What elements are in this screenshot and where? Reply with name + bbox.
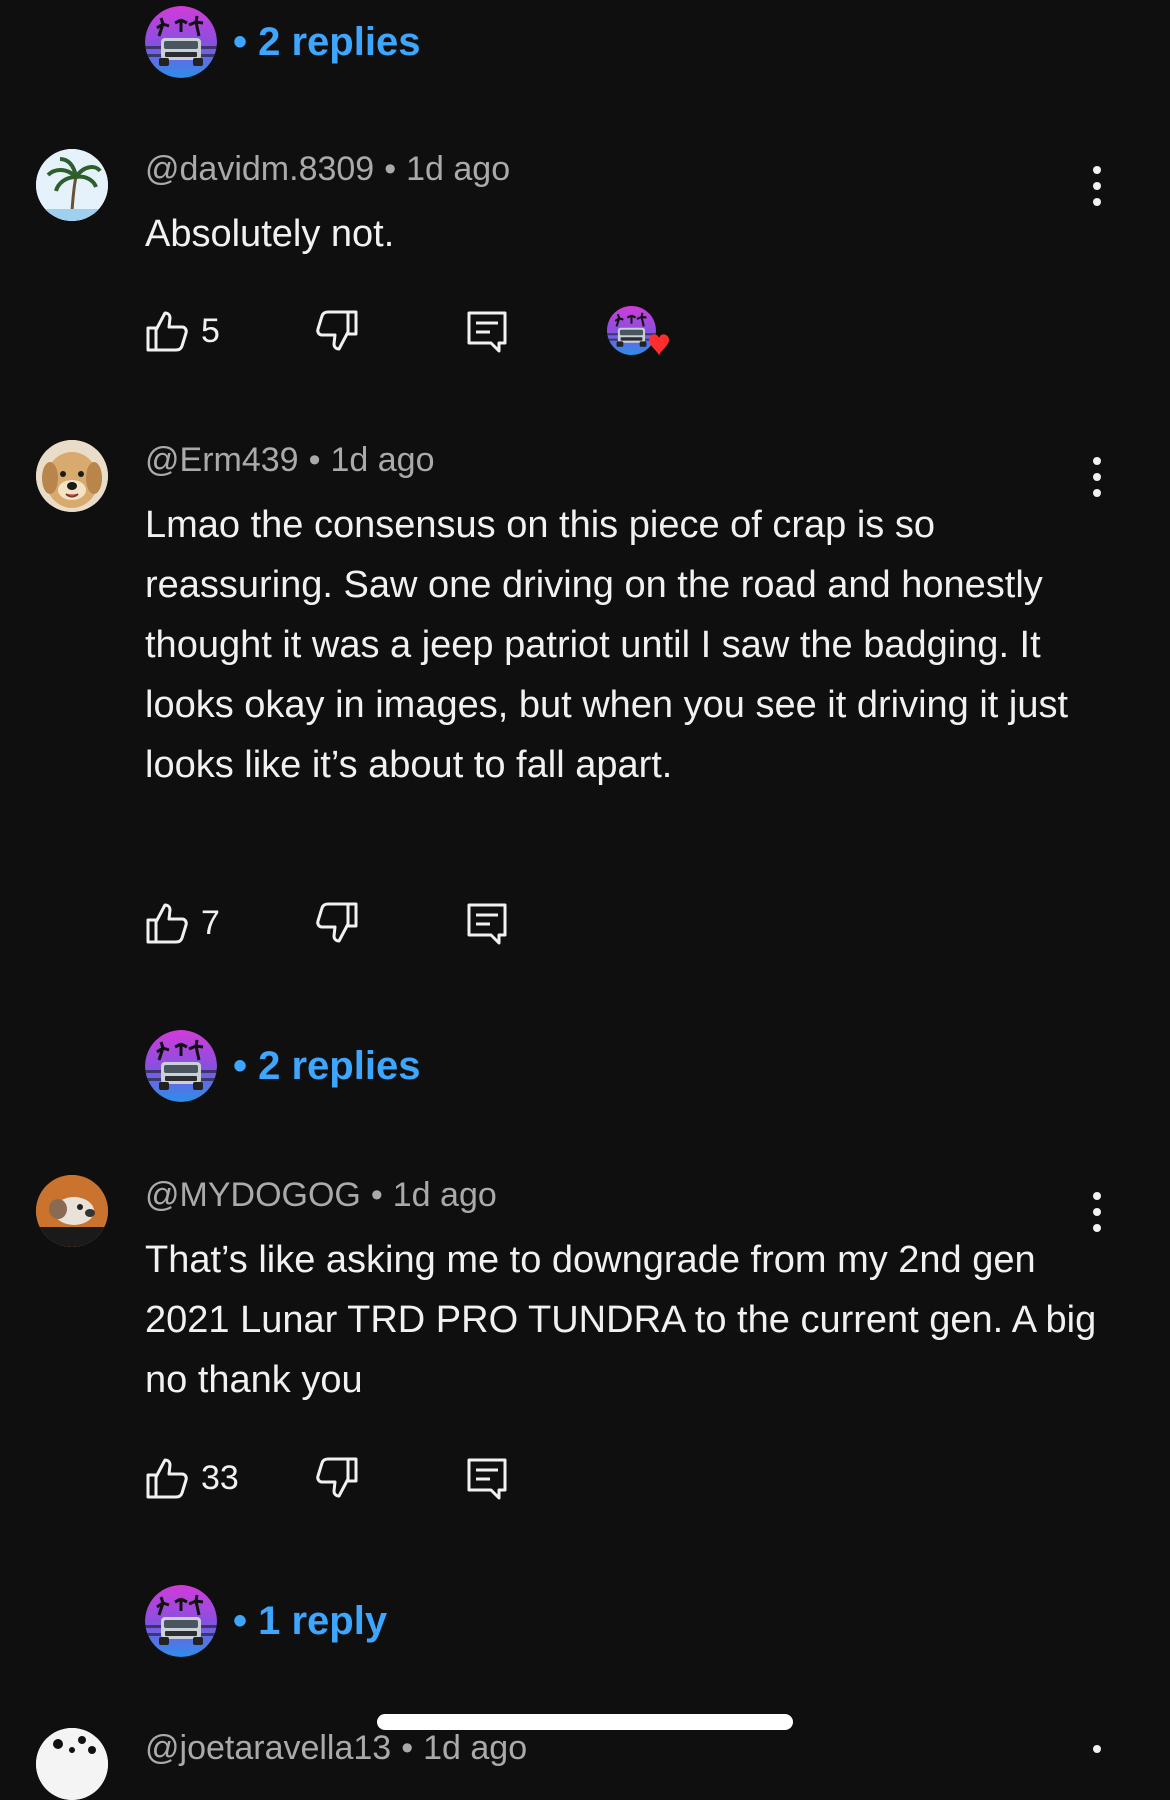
like-button[interactable]: 33 [145, 1453, 239, 1503]
more-options-icon[interactable] [1085, 1190, 1109, 1234]
like-count: 7 [201, 903, 220, 942]
dislike-button[interactable] [315, 1453, 359, 1503]
avatar[interactable] [36, 1175, 108, 1247]
author-handle[interactable]: @Erm439 [145, 441, 299, 479]
comment-meta: @joetaravella13 • 1d ago [145, 1729, 528, 1767]
more-options-icon[interactable] [1085, 1743, 1109, 1787]
avatar[interactable] [36, 1728, 108, 1800]
channel-avatar [145, 1030, 217, 1102]
avatar[interactable] [36, 149, 108, 221]
more-options-icon[interactable] [1085, 455, 1109, 499]
reply-icon [467, 311, 507, 353]
timestamp: 1d ago [423, 1729, 528, 1767]
comment-meta: @Erm439 • 1d ago [145, 441, 435, 479]
creator-heart-badge [607, 306, 671, 360]
thumbs-up-icon [146, 903, 188, 944]
replies-button[interactable]: • 2 replies [145, 6, 420, 78]
comment-actions: 5 [145, 306, 685, 356]
dislike-button[interactable] [315, 898, 359, 948]
like-count: 33 [201, 1458, 239, 1497]
thumbs-up-icon [146, 311, 188, 352]
comment-meta: @MYDOGOG • 1d ago [145, 1176, 497, 1214]
reply-button[interactable] [465, 898, 509, 948]
comment-actions: 33 [145, 1453, 565, 1503]
dislike-button[interactable] [315, 306, 359, 356]
reply-icon [467, 1458, 507, 1500]
thumbs-down-icon [316, 902, 358, 943]
home-indicator[interactable] [377, 1714, 793, 1730]
comment-text: Absolutely not. [145, 213, 395, 255]
replies-label: • 2 replies [233, 1043, 421, 1088]
replies-label: • 2 replies [233, 19, 421, 64]
more-options-icon[interactable] [1085, 164, 1109, 208]
like-button[interactable]: 5 [145, 306, 220, 356]
comment-text: That’s like asking me to downgrade from … [145, 1239, 1097, 1401]
replies-label: • 1 reply [233, 1598, 388, 1643]
author-handle[interactable]: @davidm.8309 [145, 150, 374, 188]
reply-button[interactable] [465, 306, 509, 356]
channel-avatar [145, 6, 217, 78]
channel-avatar [145, 1585, 217, 1657]
avatar[interactable] [36, 440, 108, 512]
thumbs-up-icon [146, 1458, 188, 1499]
dog-avatar-icon [36, 1175, 108, 1247]
comment-text: Lmao the consensus on this piece of crap… [145, 504, 1069, 786]
thumbs-down-icon [316, 310, 358, 351]
like-button[interactable]: 7 [145, 898, 220, 948]
replies-button[interactable]: • 1 reply [145, 1585, 387, 1657]
timestamp: 1d ago [392, 1176, 497, 1214]
heart-icon [649, 334, 669, 356]
replies-button[interactable]: • 2 replies [145, 1030, 420, 1102]
like-count: 5 [201, 311, 220, 350]
reply-button[interactable] [465, 1453, 509, 1503]
comment-actions: 7 [145, 898, 565, 948]
reply-icon [467, 903, 507, 945]
dalmatian-avatar-icon [36, 1728, 108, 1800]
comment-meta: @davidm.8309 • 1d ago [145, 150, 511, 188]
thumbs-down-icon [316, 1457, 358, 1498]
timestamp: 1d ago [330, 441, 435, 479]
dog-avatar-icon [36, 440, 108, 512]
author-handle[interactable]: @MYDOGOG [145, 1176, 361, 1214]
author-handle[interactable]: @joetaravella13 [145, 1729, 391, 1767]
timestamp: 1d ago [406, 150, 511, 188]
palm-tree-icon [36, 149, 108, 221]
